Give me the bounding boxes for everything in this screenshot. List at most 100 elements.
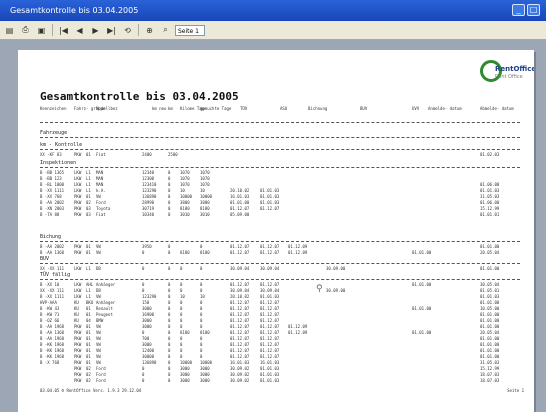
- table-cell: 0: [168, 306, 171, 311]
- column-header-8: ASU: [280, 106, 288, 111]
- table-cell: 01: [86, 306, 91, 311]
- table-cell: KU: [74, 306, 79, 311]
- table-cell: 15.12.99: [480, 206, 500, 211]
- table-cell: 01.01.03: [260, 194, 280, 199]
- column-header: Kennzeichen Fahrz- gruppe Modellbez km neu k…: [40, 106, 520, 120]
- table-cell: B -XX 1111: [40, 294, 65, 299]
- table-cell: 01.01.00: [480, 318, 500, 323]
- table-cell: VW: [96, 336, 101, 341]
- table-row: B -AA 1368 PKW 01 VW 0 0 8180 8180 01.12.07 01.12…: [40, 250, 520, 256]
- table-cell: 01.12.07: [260, 250, 280, 255]
- save-icon[interactable]: ▣: [35, 24, 48, 36]
- table-cell: 8180: [200, 206, 210, 211]
- table-cell: 01.05.01: [480, 288, 500, 293]
- table-cell: 1070: [180, 176, 190, 181]
- table-cell: 0: [180, 288, 183, 293]
- table-cell: LKW: [74, 176, 82, 181]
- minimize-button[interactable]: _: [512, 4, 525, 16]
- column-header-10: BUV: [360, 106, 368, 111]
- table-cell: Renault: [96, 306, 113, 311]
- search-icon[interactable]: ⌕: [159, 24, 172, 36]
- refresh-icon[interactable]: ⟲: [121, 24, 134, 36]
- table-cell: 01.01.00: [412, 306, 432, 311]
- table-cell: 10: [180, 188, 185, 193]
- rentoffice-logo: RentOffice Rent Office: [480, 60, 534, 84]
- table-cell: 01: [86, 360, 91, 365]
- table-cell: Fiat: [96, 152, 106, 157]
- table-cell: 0: [200, 342, 203, 347]
- table-cell: 01.12.07: [230, 342, 250, 347]
- table-cell: 01.12.07: [230, 348, 250, 353]
- table-cell: BMW: [96, 318, 104, 323]
- last-page-icon[interactable]: ▶|: [105, 24, 118, 36]
- table-cell: 30.09.04: [260, 266, 280, 271]
- table-cell: 01: [86, 354, 91, 359]
- table-cell: 10340: [142, 212, 155, 217]
- table-cell: 0: [200, 312, 203, 317]
- table-cell: 8180: [200, 330, 210, 335]
- header-rule: [40, 122, 520, 123]
- table-cell: 0: [168, 348, 171, 353]
- table-cell: 02: [86, 378, 91, 383]
- table-cell: 0: [180, 318, 183, 323]
- maximize-button[interactable]: □: [527, 4, 540, 16]
- table-cell: 0: [142, 372, 145, 377]
- table-cell: 0: [142, 288, 145, 293]
- table-cell: PKW: [74, 360, 82, 365]
- table-cell: B -TA 88: [40, 212, 60, 217]
- first-page-icon[interactable]: |◀: [57, 24, 70, 36]
- section-title: BUV: [40, 256, 50, 262]
- table-cell: LKW: [74, 182, 82, 187]
- table-cell: 28990: [142, 200, 155, 205]
- table-cell: 3010: [200, 212, 210, 217]
- table-cell: 01.12.07: [260, 318, 280, 323]
- table-cell: 12300: [142, 176, 155, 181]
- section-title: Fahrzeuge: [40, 130, 68, 136]
- table-cell: 0: [200, 282, 203, 287]
- table-cell: L1: [86, 182, 91, 187]
- table-cell: PKW: [74, 378, 82, 383]
- table-cell: 30.09.04: [260, 288, 280, 293]
- table-cell: 1070: [180, 170, 190, 175]
- table-cell: 01.12.07: [230, 330, 250, 335]
- table-cell: 30.05.04: [480, 282, 500, 287]
- table-cell: 10000: [180, 360, 193, 365]
- column-header-2: Modellbez: [96, 106, 118, 111]
- table-cell: 01.12.07: [230, 336, 250, 341]
- page-field[interactable]: Seite 1: [175, 24, 205, 36]
- table-cell: 0: [168, 324, 171, 329]
- table-cell: 0: [168, 300, 171, 305]
- table-cell: 0: [180, 324, 183, 329]
- table-cell: VW: [96, 348, 101, 353]
- table-cell: 01: [86, 244, 91, 249]
- table-cell: B -KK 1968: [40, 354, 65, 359]
- next-page-icon[interactable]: ▶: [89, 24, 102, 36]
- logo-text: RentOffice: [495, 65, 534, 73]
- table-cell: 0: [200, 348, 203, 353]
- table-cell: 0: [168, 366, 171, 371]
- zoom-icon[interactable]: ⊕: [143, 24, 156, 36]
- table-cell: VW: [96, 294, 101, 299]
- table-cell: 20.10.02: [230, 188, 250, 193]
- table-cell: 01.01.00: [480, 348, 500, 353]
- table-cell: 0: [180, 282, 183, 287]
- export-icon[interactable]: ⎙: [19, 24, 32, 36]
- table-cell: B -AA 1968: [40, 324, 65, 329]
- table-cell: B -AA 1368: [40, 330, 65, 335]
- table-cell: 0: [200, 288, 203, 293]
- section-title: TÜV fällig: [40, 272, 71, 278]
- table-cell: 30.09.00: [326, 288, 346, 293]
- table-cell: 3000: [142, 342, 152, 347]
- previous-page-icon[interactable]: ◀: [73, 24, 86, 36]
- toolbar-separator: [52, 24, 53, 36]
- print-icon[interactable]: ▤: [3, 24, 16, 36]
- table-row: XX -XX 111 LKW L1 DB 0 0 0 0 30.09.04 30.09.04 30.…: [40, 266, 520, 272]
- table-cell: 30.09.02: [230, 378, 250, 383]
- table-cell: 01.01.00: [480, 244, 500, 249]
- table-cell: 3950: [142, 244, 152, 249]
- table-cell: 01.12.07: [230, 306, 250, 311]
- table-cell: 3010: [180, 212, 190, 217]
- table-cell: B -KK 1968: [40, 348, 65, 353]
- table-cell: PKW: [74, 348, 82, 353]
- table-cell: 16.01.03: [230, 194, 250, 199]
